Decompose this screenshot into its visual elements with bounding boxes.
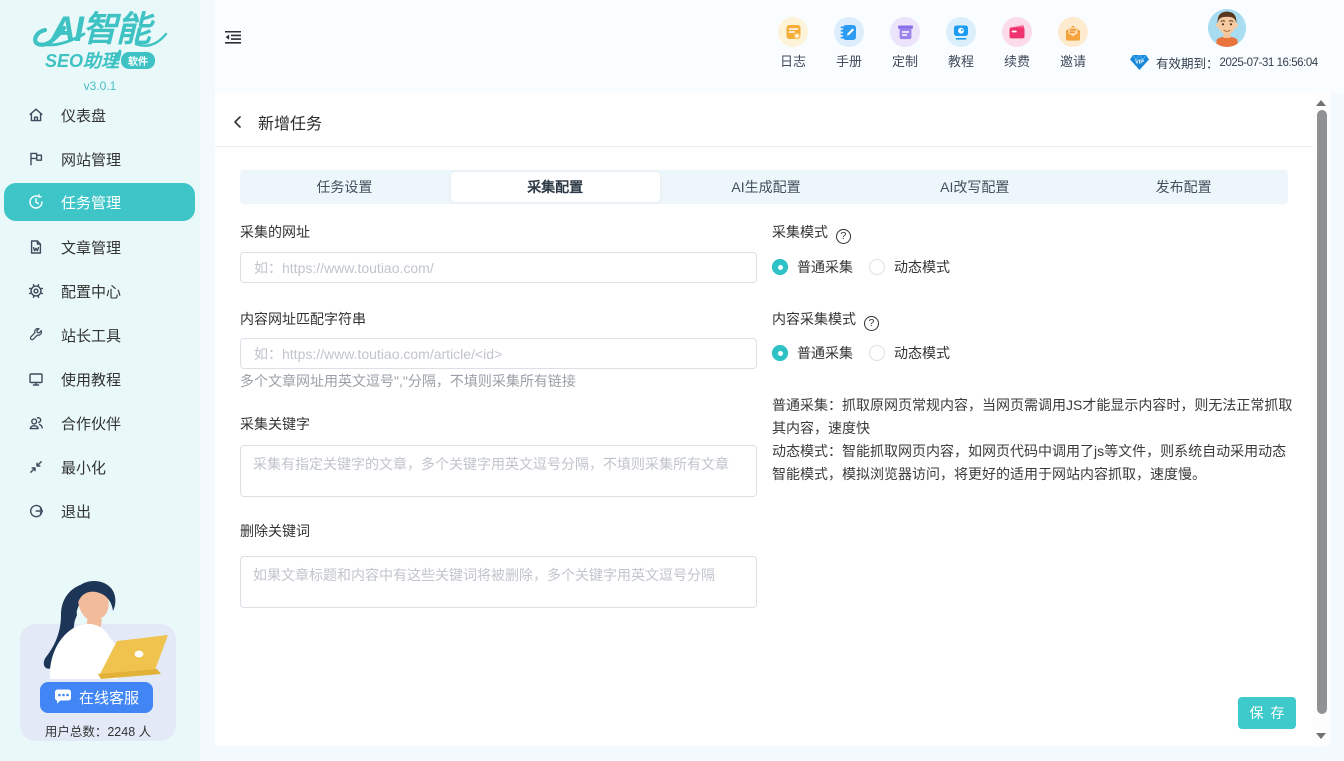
svg-text:VIP: VIP [1135,60,1144,66]
